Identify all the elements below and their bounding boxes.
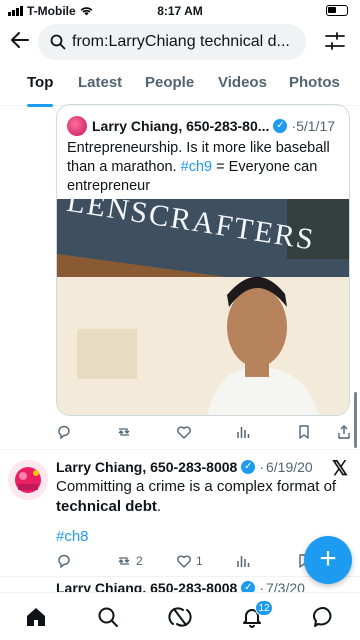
search-query[interactable]: from:LarryChiang technical d... (72, 33, 302, 51)
quoted-tweet-card[interactable]: Larry Chiang, 650-283-80... ✓ · 5/1/17 E… (56, 104, 350, 416)
tweet-text-line: Committing a crime is a complex format o… (56, 478, 337, 495)
retweet-count: 2 (136, 554, 143, 568)
tweet-text-bold: technical debt (56, 498, 157, 515)
like-button[interactable] (176, 424, 192, 440)
like-button[interactable]: 1 (176, 553, 203, 569)
date-separator: · (259, 580, 264, 592)
tab-photos[interactable]: Photos (289, 66, 340, 106)
tweet-date[interactable]: 6/19/20 (266, 459, 313, 475)
tweet-date: 7/3/20 (266, 580, 305, 592)
retweet-button[interactable]: 2 (116, 553, 143, 569)
hashtag-link[interactable]: #ch8 (56, 527, 346, 547)
status-time: 8:17 AM (157, 4, 203, 18)
views-icon (237, 427, 250, 438)
tweet-header: Larry Chiang, 650-283-8008 ✓ · 7/3/20 (56, 580, 305, 592)
tab-top[interactable]: Top (27, 66, 54, 107)
hashtag-link[interactable]: #ch9 (181, 159, 212, 175)
quoted-tweet-text: Entrepreneurship. Is it more like baseba… (67, 139, 347, 196)
tweet-actions (54, 422, 354, 442)
tweet-text: Committing a crime is a complex format o… (56, 477, 346, 517)
tweet-header: Larry Chiang, 650-283-8008 ✓ · 6/19/20 (56, 459, 313, 475)
photo-illustration: LENSCRAFTERS (57, 199, 349, 415)
next-tweet-peek[interactable]: Larry Chiang, 650-283-8008 ✓ · 7/3/20 (0, 578, 360, 592)
reply-button[interactable] (56, 553, 72, 569)
back-arrow-icon[interactable] (8, 28, 32, 52)
reply-icon (58, 554, 70, 569)
author-name[interactable]: Larry Chiang, 650-283-8008 (56, 459, 237, 475)
reply-icon (58, 425, 70, 440)
tweet-divider (0, 449, 360, 450)
like-icon (177, 555, 191, 568)
like-icon (177, 426, 191, 439)
tab-videos[interactable]: Videos (218, 66, 267, 106)
tweet-text-end: . (156, 498, 162, 515)
tab-latest[interactable]: Latest (78, 66, 122, 106)
like-count: 1 (196, 554, 203, 568)
verified-icon: ✓ (273, 119, 288, 133)
avatar-image (8, 460, 48, 500)
quoted-author-name: Larry Chiang, 650-283-80... (92, 118, 270, 134)
quoted-tweet-header: Larry Chiang, 650-283-80... ✓ · 5/1/17 (67, 115, 347, 137)
bookmark-button[interactable] (296, 424, 312, 440)
search-tabs: Top Latest People Videos Photos (0, 66, 360, 107)
explore-icon[interactable] (96, 605, 120, 629)
tab-people[interactable]: People (145, 66, 194, 106)
verified-icon: ✓ (241, 581, 256, 592)
views-button[interactable] (235, 424, 251, 440)
share-button[interactable] (336, 424, 352, 440)
home-icon[interactable] (24, 605, 48, 629)
bookmark-icon (299, 425, 309, 439)
compose-button[interactable]: + (304, 536, 352, 584)
tweet-photo[interactable]: LENSCRAFTERS (57, 199, 349, 415)
battery-icon (326, 5, 348, 16)
status-bar: T-Mobile 8:17 AM (0, 0, 360, 22)
views-icon (237, 556, 250, 567)
views-button[interactable] (235, 553, 251, 569)
retweet-icon (118, 428, 130, 436)
tweet-divider (0, 576, 360, 577)
verified-icon: ✓ (241, 460, 256, 474)
retweet-button[interactable] (116, 424, 132, 440)
notification-badge: 12 (255, 600, 273, 616)
retweet-icon (118, 557, 130, 565)
date-separator: · (259, 459, 264, 475)
filter-icon[interactable] (324, 30, 346, 52)
search-header: from:LarryChiang technical d... (0, 22, 360, 62)
grok-icon[interactable] (168, 605, 192, 629)
bottom-navigation (0, 592, 360, 640)
reply-button[interactable] (56, 424, 72, 440)
author-name: Larry Chiang, 650-283-8008 (56, 580, 238, 592)
scrollbar-thumb[interactable] (354, 392, 357, 448)
avatar (67, 116, 87, 136)
search-input[interactable]: from:LarryChiang technical d... (38, 24, 306, 60)
avatar[interactable] (8, 460, 48, 500)
share-icon (338, 425, 350, 439)
quoted-date: 5/1/17 (296, 118, 336, 134)
messages-icon[interactable] (312, 605, 336, 629)
compose-icon: + (319, 542, 337, 575)
search-icon (50, 34, 66, 50)
